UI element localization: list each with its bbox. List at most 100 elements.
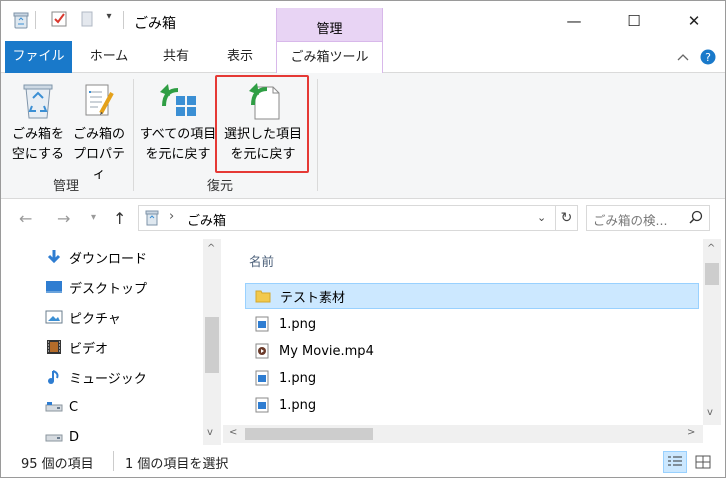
address-bar[interactable]: › ごみ箱 ⌄ ↻ (138, 205, 578, 231)
list-hscroll-thumb[interactable] (245, 428, 373, 440)
nav-item-label: ミュージック (69, 371, 147, 387)
collapse-ribbon-chevron-icon[interactable] (673, 41, 693, 73)
nav-item-drive-d[interactable]: D (45, 425, 79, 445)
scroll-up-chevron-icon[interactable]: ^ (707, 243, 715, 254)
address-dropdown-icon[interactable]: ⌄ (537, 211, 546, 224)
restore-all-icon (139, 79, 217, 123)
nav-item-label: ダウンロード (69, 251, 148, 267)
nav-item-drive-c[interactable]: C (45, 395, 78, 419)
recycle-bin-icon[interactable] (11, 11, 31, 29)
recycle-bin-small-icon (145, 210, 159, 230)
list-scrollbar[interactable]: ^ v (703, 239, 721, 425)
group-separator (317, 79, 318, 191)
forward-arrow-icon[interactable]: → (57, 209, 70, 228)
minimize-button[interactable]: — (551, 1, 597, 41)
search-icon[interactable] (689, 210, 703, 228)
large-icons-view-icon[interactable] (691, 451, 715, 473)
file-list: 名前 テスト素材 1.png My Movie.mp4 1.png 1.png … (223, 239, 725, 445)
nav-item-downloads[interactable]: ダウンロード (45, 245, 147, 269)
file-name: 1.png (279, 397, 317, 413)
empty-recycle-bin-label-1: ごみ箱を (11, 127, 64, 142)
empty-recycle-bin-icon (9, 79, 67, 123)
scroll-down-chevron-icon[interactable]: v (707, 407, 713, 418)
list-scroll-thumb[interactable] (705, 263, 719, 285)
nav-item-pictures[interactable]: ピクチャ (45, 305, 121, 329)
new-folder-icon[interactable] (77, 11, 97, 27)
restore-selected-highlight (215, 75, 309, 173)
search-input[interactable]: ごみ箱の検... (593, 210, 667, 229)
properties-label-1: ごみ箱の (72, 127, 125, 142)
list-item[interactable]: テスト素材 (245, 283, 699, 309)
image-file-icon (253, 315, 271, 333)
nav-item-label: デスクトップ (69, 281, 148, 297)
nav-item-desktop[interactable]: デスクトップ (45, 275, 147, 299)
qa-separator (35, 11, 39, 29)
restore-all-button[interactable]: すべての項目 を元に戻す (139, 79, 217, 165)
nav-item-videos[interactable]: ビデオ (45, 335, 108, 359)
tab-home[interactable]: ホーム (79, 41, 139, 73)
list-item[interactable]: 1.png (245, 311, 699, 337)
maximize-button[interactable]: ☐ (611, 1, 657, 41)
desktop-icon (45, 279, 63, 295)
nav-item-label: D (69, 429, 80, 445)
recent-locations-dropdown[interactable]: ▾ (91, 212, 96, 223)
help-icon[interactable]: ? (697, 41, 719, 73)
up-arrow-icon[interactable]: ↑ (113, 209, 126, 228)
navigation-pane: ダウンロード デスクトップ ピクチャ ビデオ ミュージック C D ^ v (1, 239, 223, 445)
empty-recycle-bin-label-2: 空にする (11, 147, 65, 162)
column-header-name[interactable]: 名前 (249, 251, 274, 270)
download-icon (45, 249, 63, 265)
ribbon-panel: ごみ箱を 空にする ごみ箱の プロパティ 管理 すべての項目 を元に戻す 選択し… (1, 73, 725, 199)
tab-share[interactable]: 共有 (147, 41, 205, 73)
nav-scroll-thumb[interactable] (205, 317, 219, 373)
nav-item-label: ピクチャ (69, 311, 121, 327)
breadcrumb-recycle-bin[interactable]: ごみ箱 (187, 210, 226, 229)
list-item[interactable]: 1.png (245, 392, 699, 418)
tab-file[interactable]: ファイル (5, 41, 72, 73)
nav-item-music[interactable]: ミュージック (45, 365, 147, 389)
pictures-icon (45, 309, 63, 325)
file-name: テスト素材 (280, 290, 346, 306)
refresh-icon[interactable]: ↻ (555, 206, 577, 230)
breadcrumb-separator-icon: › (169, 209, 175, 224)
restore-all-label-1: すべての項目 (139, 127, 217, 142)
explorer-window: ▾ ごみ箱 管理 — ☐ ✕ ファイル ホーム 共有 表示 ごみ箱ツール ? ご… (0, 0, 726, 478)
status-item-count: 95 個の項目 (21, 457, 94, 472)
videos-icon (45, 339, 63, 355)
empty-recycle-bin-button[interactable]: ごみ箱を 空にする (9, 79, 67, 165)
close-button[interactable]: ✕ (671, 1, 717, 41)
status-separator (113, 451, 114, 471)
recycle-bin-properties-button[interactable]: ごみ箱の プロパティ (67, 79, 131, 185)
music-icon (45, 369, 63, 385)
video-file-icon (253, 342, 271, 360)
list-item[interactable]: 1.png (245, 365, 699, 391)
nav-scrollbar[interactable]: ^ v (203, 239, 221, 445)
scroll-right-chevron-icon[interactable]: > (687, 427, 695, 438)
scroll-down-chevron-icon[interactable]: v (207, 427, 213, 438)
file-name: 1.png (279, 316, 317, 332)
status-selection: 1 個の項目を選択 (125, 457, 229, 472)
list-item[interactable]: My Movie.mp4 (245, 338, 699, 364)
image-file-icon (253, 396, 271, 414)
group-label-restore: 復元 (207, 179, 234, 194)
nav-item-label: C (69, 399, 79, 415)
back-arrow-icon[interactable]: ← (19, 209, 32, 228)
search-box[interactable]: ごみ箱の検... (586, 205, 710, 231)
scroll-up-chevron-icon[interactable]: ^ (207, 243, 215, 254)
list-horizontal-scrollbar[interactable]: < > (223, 425, 703, 443)
qa-separator (123, 11, 127, 29)
restore-all-label-2: を元に戻す (145, 147, 211, 162)
details-view-icon[interactable] (663, 451, 687, 473)
scroll-left-chevron-icon[interactable]: < (229, 427, 237, 438)
status-bar: 95 個の項目 1 個の項目を選択 (1, 445, 725, 477)
window-title: ごみ箱 (134, 16, 176, 32)
properties-check-icon[interactable] (49, 11, 69, 27)
drive-icon (45, 429, 63, 445)
tab-recycle-bin-tools[interactable]: ごみ箱ツール (276, 41, 383, 74)
ribbon-tabs: ファイル ホーム 共有 表示 ごみ箱ツール ? (1, 41, 725, 74)
tab-view[interactable]: 表示 (211, 41, 269, 73)
qa-customize-dropdown[interactable]: ▾ (101, 11, 117, 22)
file-name: My Movie.mp4 (279, 343, 374, 359)
group-separator (133, 79, 134, 191)
context-group-label: 管理 (276, 8, 383, 41)
